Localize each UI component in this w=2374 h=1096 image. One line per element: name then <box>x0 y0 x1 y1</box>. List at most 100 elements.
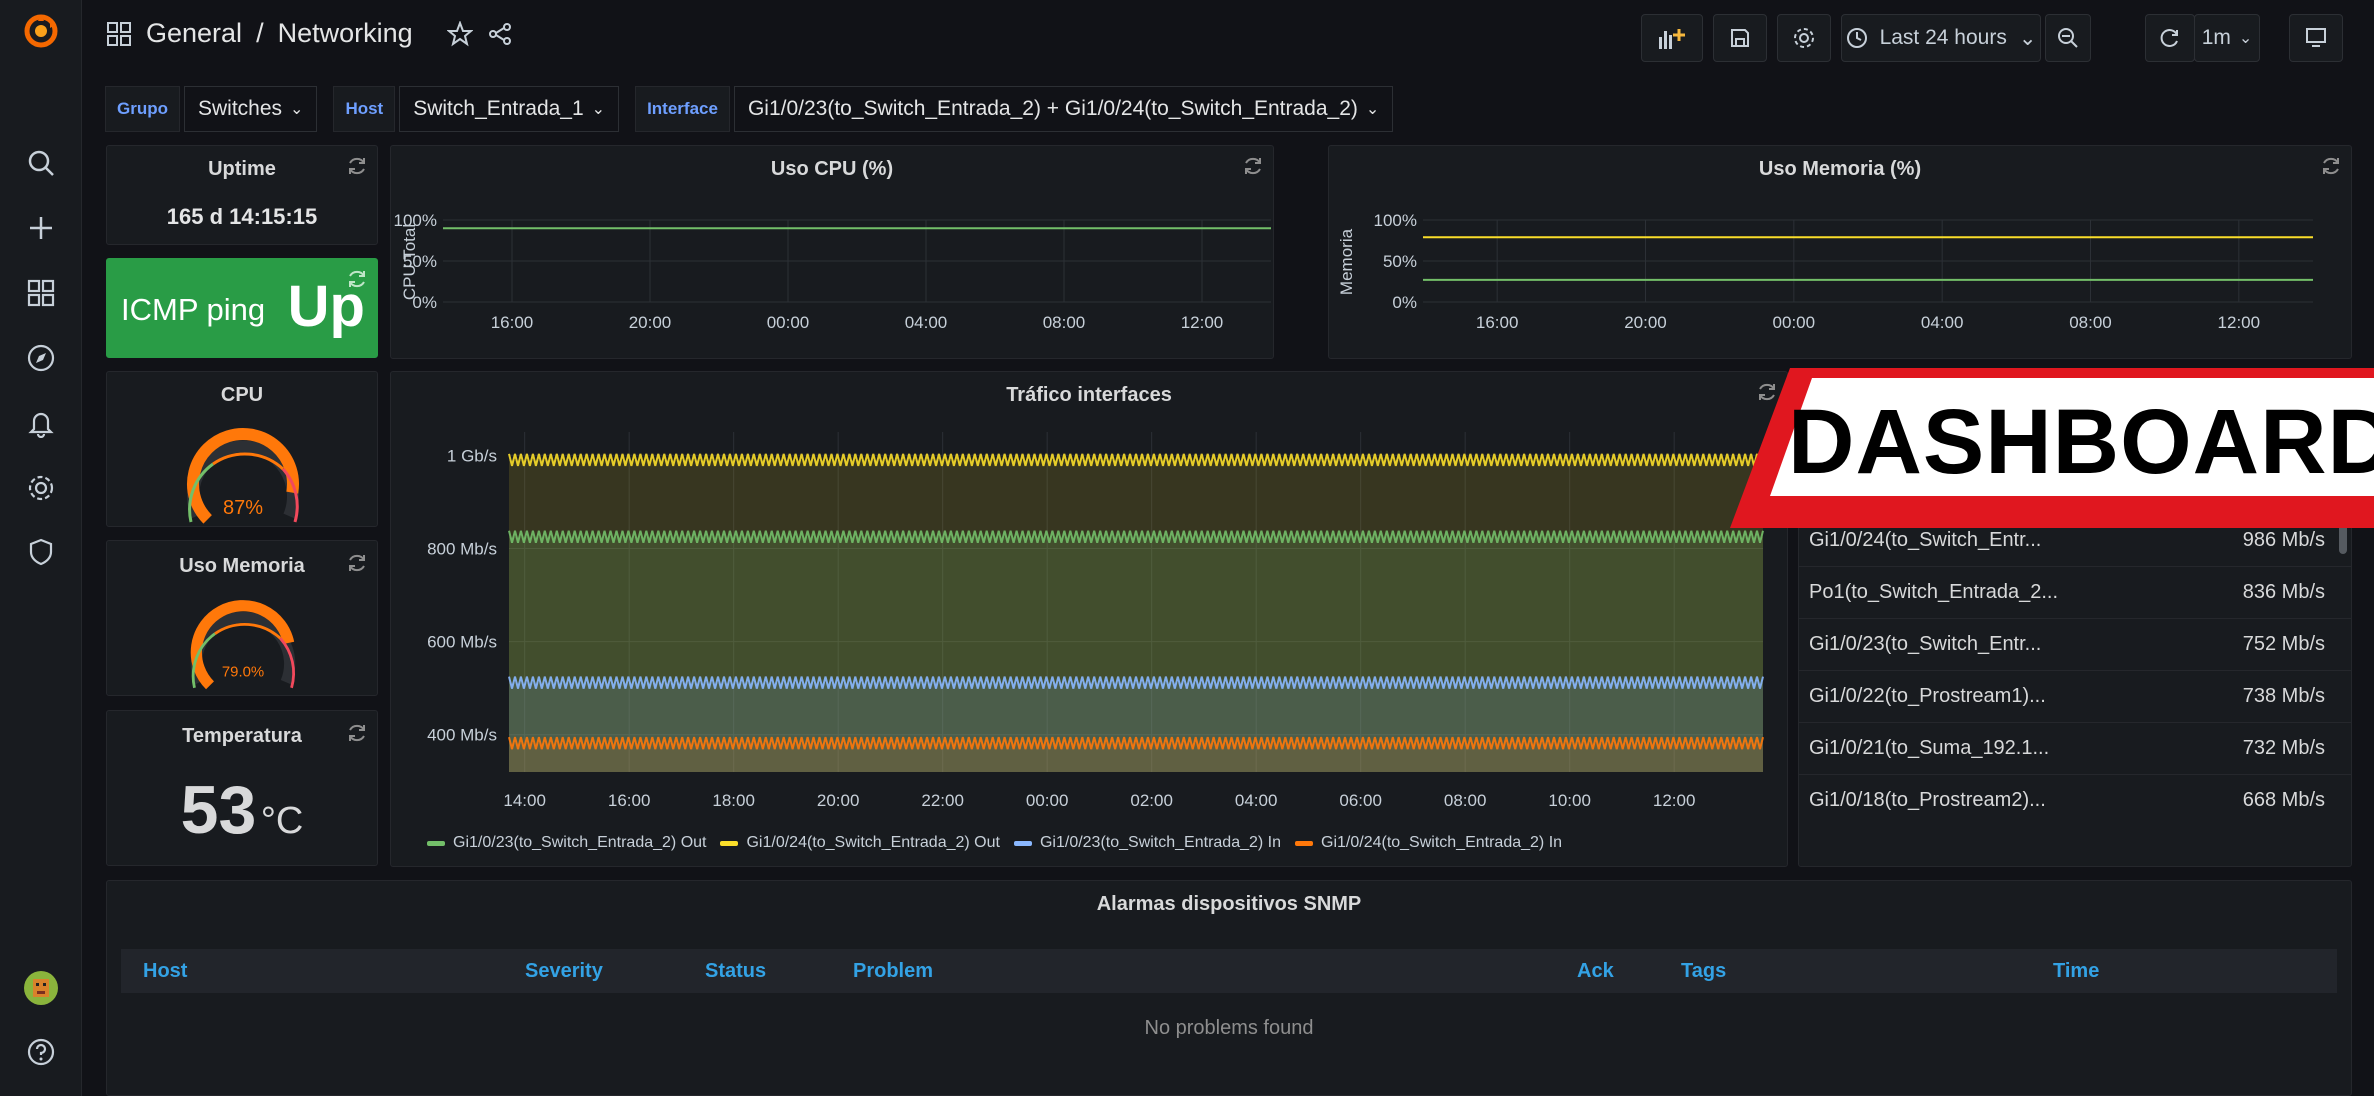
variable-select-host[interactable]: Switch_Entrada_1 ⌄ <box>399 86 620 132</box>
y-axis-label: CPU Total <box>400 224 419 300</box>
interface-value: 986 Mb/s <box>2242 529 2325 551</box>
temperature-value: 53 <box>180 772 257 848</box>
sidebar <box>0 0 82 1096</box>
cpu-gauge-value: 87% <box>223 497 263 519</box>
x-tick-label: 04:00 <box>1921 313 1964 332</box>
top-navbar: General / Networking Last 24 hours ⌄ 1m … <box>82 0 2374 78</box>
time-picker-button[interactable]: Last 24 hours ⌄ <box>1841 14 2041 62</box>
x-tick-label: 08:00 <box>2069 313 2112 332</box>
column-problem[interactable]: Problem <box>853 960 933 983</box>
variable-label-interface: Interface <box>635 86 730 132</box>
explore-compass-icon[interactable] <box>22 339 60 377</box>
column-ack[interactable]: Ack <box>1577 960 1614 983</box>
legend-item[interactable]: Gi1/0/23(to_Switch_Entrada_2) Out <box>427 834 706 852</box>
variable-select-grupo[interactable]: Switches ⌄ <box>184 86 318 132</box>
cpu-gauge-title: CPU <box>220 384 264 406</box>
x-tick-label: 04:00 <box>905 313 948 332</box>
alerting-bell-icon[interactable] <box>22 404 60 442</box>
interface-name: Gi1/0/22(to_Prostream1)... <box>1809 685 2046 707</box>
x-tick-label: 08:00 <box>1043 313 1086 332</box>
breadcrumb-folder[interactable]: General <box>146 18 242 49</box>
breadcrumb-separator: / <box>256 18 264 48</box>
interface-value: 732 Mb/s <box>2242 737 2325 759</box>
dashboards-grid-icon[interactable] <box>22 274 60 312</box>
add-panel-button[interactable] <box>1641 14 1703 62</box>
legend-label: Gi1/0/23(to_Switch_Entrada_2) In <box>1039 834 1281 851</box>
icmp-ping-panel[interactable]: ICMP ping Up <box>106 258 378 358</box>
star-icon[interactable] <box>446 20 473 47</box>
variable-value-interface: Gi1/0/23(to_Switch_Entrada_2) + Gi1/0/24… <box>747 97 1358 120</box>
interface-row[interactable]: Gi1/0/22(to_Prostream1)... 738 Mb/s <box>1799 670 2351 722</box>
memory-gauge-value: 79.0% <box>222 664 264 681</box>
traffic-panel[interactable]: Tráfico interfaces 1 Gb/s 800 Mb/s 600 Mb/… <box>390 371 1788 867</box>
legend-item[interactable]: Gi1/0/23(to_Switch_Entrada_2) In <box>1013 834 1281 852</box>
tv-mode-button[interactable] <box>2289 14 2343 62</box>
interface-row[interactable]: Gi1/0/21(to_Suma_192.1... 732 Mb/s <box>1799 722 2351 774</box>
user-avatar[interactable] <box>22 969 60 1007</box>
uptime-panel[interactable]: Uptime 165 d 14:15:15 <box>106 145 378 245</box>
legend-label: Gi1/0/24(to_Switch_Entrada_2) Out <box>746 834 1000 851</box>
share-icon[interactable] <box>487 21 513 47</box>
y-tick-label: 50% <box>1383 252 1417 271</box>
chevron-down-icon: ⌄ <box>591 101 606 118</box>
y-tick-label: 100% <box>1374 211 1417 230</box>
column-severity[interactable]: Severity <box>525 960 603 983</box>
cpu-gauge-panel[interactable]: CPU 87% <box>106 371 378 527</box>
alarms-empty-message: No problems found <box>1144 1017 1314 1039</box>
dashboard-settings-button[interactable] <box>1777 14 1831 62</box>
x-tick-label: 04:00 <box>1235 791 1278 810</box>
refresh-interval-label: 1m <box>2201 26 2231 49</box>
interface-row[interactable]: Gi1/0/18(to_Prostream2)... 668 Mb/s <box>1799 774 2351 826</box>
refresh-interval-picker[interactable]: 1m ⌄ <box>2194 14 2260 62</box>
cpu-gauge: 87% <box>187 428 299 524</box>
interface-name: Gi1/0/23(to_Switch_Entr... <box>1809 633 2042 655</box>
variable-label-grupo: Grupo <box>105 86 180 132</box>
zoom-out-button[interactable] <box>2045 14 2091 62</box>
interface-name: Gi1/0/21(to_Suma_192.1... <box>1809 737 2050 759</box>
zoom-out-icon <box>2058 28 2078 48</box>
breadcrumb: General / Networking <box>106 18 513 49</box>
x-tick-label: 16:00 <box>1476 313 1519 332</box>
variable-select-interface[interactable]: Gi1/0/23(to_Switch_Entrada_2) + Gi1/0/24… <box>733 86 1394 132</box>
interface-row[interactable]: Gi1/0/23(to_Switch_Entr... 752 Mb/s <box>1799 618 2351 670</box>
chevron-down-icon: ⌄ <box>2018 26 2037 50</box>
memory-usage-panel[interactable]: Uso Memoria (%) 100% 50% 0% 16:00 20:00 00:00… <box>1328 145 2352 359</box>
create-plus-icon[interactable] <box>22 209 60 247</box>
column-status[interactable]: Status <box>705 960 766 983</box>
help-icon[interactable] <box>22 1033 60 1071</box>
y-tick-label: 600 Mb/s <box>427 633 497 652</box>
alarms-panel[interactable]: Alarmas dispositivos SNMP Host Severity … <box>106 880 2352 1096</box>
x-tick-label: 00:00 <box>1773 313 1816 332</box>
memory-gauge-title: Uso Memoria <box>179 555 305 577</box>
x-tick-label: 10:00 <box>1548 791 1591 810</box>
refresh-icon <box>349 157 365 175</box>
column-time[interactable]: Time <box>2053 960 2099 983</box>
overlay-text: DASHBOARD <box>1788 391 2374 493</box>
interface-row[interactable]: Po1(to_Switch_Entrada_2... 836 Mb/s <box>1799 566 2351 618</box>
refresh-button[interactable] <box>2145 14 2195 62</box>
configuration-gear-icon[interactable] <box>22 469 60 507</box>
grafana-logo-icon[interactable] <box>22 12 60 50</box>
chevron-down-icon: ⌄ <box>290 101 304 118</box>
memory-gauge-panel[interactable]: Uso Memoria 79.0% <box>106 540 378 696</box>
refresh-icon <box>349 270 365 288</box>
refresh-icon <box>349 554 365 572</box>
chevron-down-icon: ⌄ <box>2238 30 2253 47</box>
column-tags[interactable]: Tags <box>1681 960 1726 983</box>
legend-item[interactable]: Gi1/0/24(to_Switch_Entrada_2) In <box>1295 834 1562 852</box>
breadcrumb-dashboard[interactable]: Networking <box>278 18 413 49</box>
legend-label: Gi1/0/23(to_Switch_Entrada_2) Out <box>453 834 707 851</box>
y-tick-label: 400 Mb/s <box>427 726 497 745</box>
column-host[interactable]: Host <box>143 960 187 983</box>
legend-item[interactable]: Gi1/0/24(to_Switch_Entrada_2) Out <box>720 834 1000 852</box>
search-icon[interactable] <box>22 144 60 182</box>
save-dashboard-button[interactable] <box>1713 14 1767 62</box>
x-tick-label: 00:00 <box>1026 791 1069 810</box>
server-admin-shield-icon[interactable] <box>22 533 60 571</box>
temperature-panel[interactable]: Temperatura 53 °C <box>106 710 378 866</box>
interface-value: 836 Mb/s <box>2242 581 2325 603</box>
alarms-title: Alarmas dispositivos SNMP <box>1096 893 1362 915</box>
cpu-usage-panel[interactable]: Uso CPU (%) 100% 50% 0% 16:00 20:00 00:00 04:0… <box>390 145 1274 359</box>
x-tick-label: 00:00 <box>767 313 810 332</box>
memory-usage-chart: 100% 50% 0% 16:00 20:00 00:00 04:00 08:00 12:00 M… <box>1337 211 2313 332</box>
